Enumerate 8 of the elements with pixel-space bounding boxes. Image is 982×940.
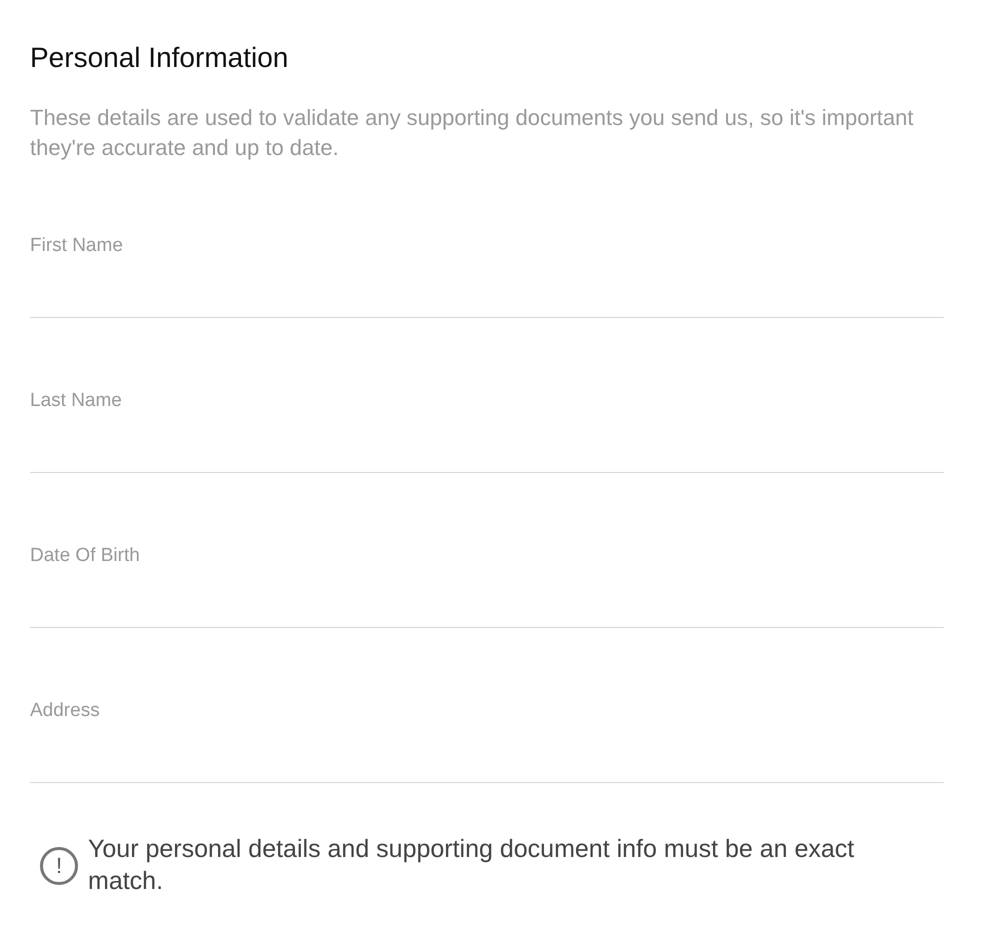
notice-text: Your personal details and supporting document info must be an exact match.	[88, 834, 856, 897]
alert-icon: !	[40, 847, 78, 885]
text-field[interactable]: Address	[30, 699, 944, 783]
text-field[interactable]: Date Of Birth	[30, 544, 944, 628]
text-field[interactable]: Last Name	[30, 389, 944, 473]
section-title: Personal Information	[30, 41, 290, 75]
text-field[interactable]: First Name	[30, 234, 944, 318]
section-description: These details are used to validate any supporting documents you send us, so it's important they're accurate and up to date.	[30, 104, 914, 162]
